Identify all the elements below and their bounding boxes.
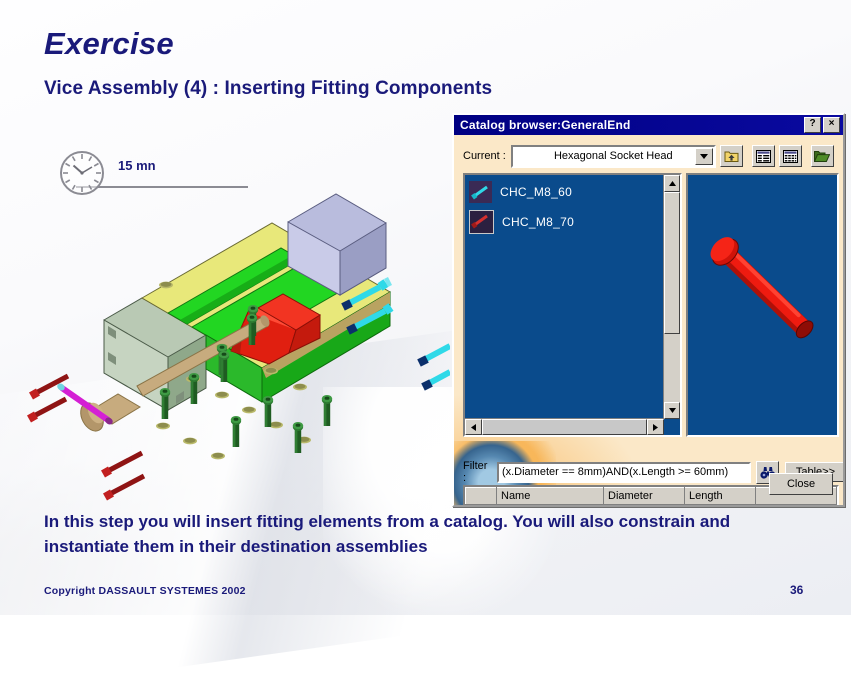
- filter-label: Filter :: [463, 460, 488, 484]
- part-thumbnail-icon: [469, 181, 492, 203]
- column-header-diameter[interactable]: Diameter: [603, 487, 685, 505]
- vice-assembly-illustration: [27, 193, 450, 501]
- cell-filler: [756, 505, 837, 506]
- cell-diameter: 8mm: [604, 505, 685, 506]
- cell-index: 1: [466, 505, 497, 506]
- scrollbar-thumb[interactable]: [664, 192, 680, 334]
- copyright-text: Copyright DASSAULT SYSTEMES 2002: [44, 585, 246, 597]
- parent-folder-button[interactable]: [719, 145, 743, 167]
- column-header-index[interactable]: [465, 487, 497, 505]
- catalog-browser-dialog[interactable]: Catalog browser:GeneralEnd ? × Current :…: [452, 113, 845, 507]
- table-row[interactable]: 1 CHC_M8_60 8mm 60mm: [466, 505, 837, 506]
- list-item[interactable]: CHC_M8_70: [467, 207, 662, 237]
- list-item-label: CHC_M8_60: [500, 185, 573, 199]
- preview-screw-graphic: [710, 237, 814, 339]
- scroll-up-button[interactable]: [664, 175, 680, 192]
- list-vertical-scrollbar[interactable]: [663, 175, 680, 419]
- dialog-titlebar[interactable]: Catalog browser:GeneralEnd ? ×: [454, 115, 843, 135]
- current-catalog-value: Hexagonal Socket Head: [553, 150, 673, 162]
- current-label: Current :: [463, 150, 506, 162]
- page-title: Exercise: [44, 26, 174, 61]
- list-view-button[interactable]: [751, 145, 775, 167]
- catalog-list-pane[interactable]: CHC_M8_60 CHC_M8_70: [463, 173, 682, 437]
- chevron-down-icon[interactable]: [694, 147, 713, 165]
- close-button[interactable]: Close: [769, 473, 833, 495]
- body-text: In this step you will insert fitting ele…: [44, 512, 731, 556]
- dialog-title: Catalog browser:GeneralEnd: [460, 118, 631, 132]
- close-icon[interactable]: ×: [823, 117, 840, 133]
- part-thumbnail-icon: [469, 210, 494, 234]
- list-horizontal-scrollbar[interactable]: [465, 418, 664, 435]
- open-folder-icon: [814, 150, 831, 162]
- part-preview-pane[interactable]: [686, 173, 839, 437]
- page-number: 36: [790, 583, 804, 597]
- scrollbar-thumb[interactable]: [482, 419, 647, 435]
- column-header-name[interactable]: Name: [496, 487, 604, 505]
- detail-view-icon: [782, 149, 798, 163]
- page-subtitle: Vice Assembly (4) : Inserting Fitting Co…: [44, 78, 493, 99]
- scroll-down-button[interactable]: [664, 402, 680, 419]
- cell-length: 60mm: [685, 505, 756, 506]
- folder-up-icon: [724, 151, 739, 162]
- list-item-label: CHC_M8_70: [502, 215, 575, 229]
- current-catalog-row: Current : Hexagonal Socket Head: [463, 144, 835, 168]
- open-catalog-button[interactable]: [810, 145, 834, 167]
- list-view-icon: [755, 149, 771, 163]
- list-item[interactable]: CHC_M8_60: [467, 177, 662, 207]
- catalog-list[interactable]: CHC_M8_60 CHC_M8_70: [467, 177, 662, 237]
- cell-name: CHC_M8_60: [497, 505, 604, 506]
- scroll-right-button[interactable]: [647, 419, 664, 435]
- current-catalog-combobox[interactable]: Hexagonal Socket Head: [510, 144, 716, 168]
- column-header-length[interactable]: Length: [684, 487, 756, 505]
- detail-view-button[interactable]: [778, 145, 802, 167]
- scroll-left-button[interactable]: [465, 419, 482, 435]
- filter-input[interactable]: (x.Diameter == 8mm)AND(x.Length >= 60mm): [496, 461, 751, 483]
- help-button[interactable]: ?: [804, 117, 821, 133]
